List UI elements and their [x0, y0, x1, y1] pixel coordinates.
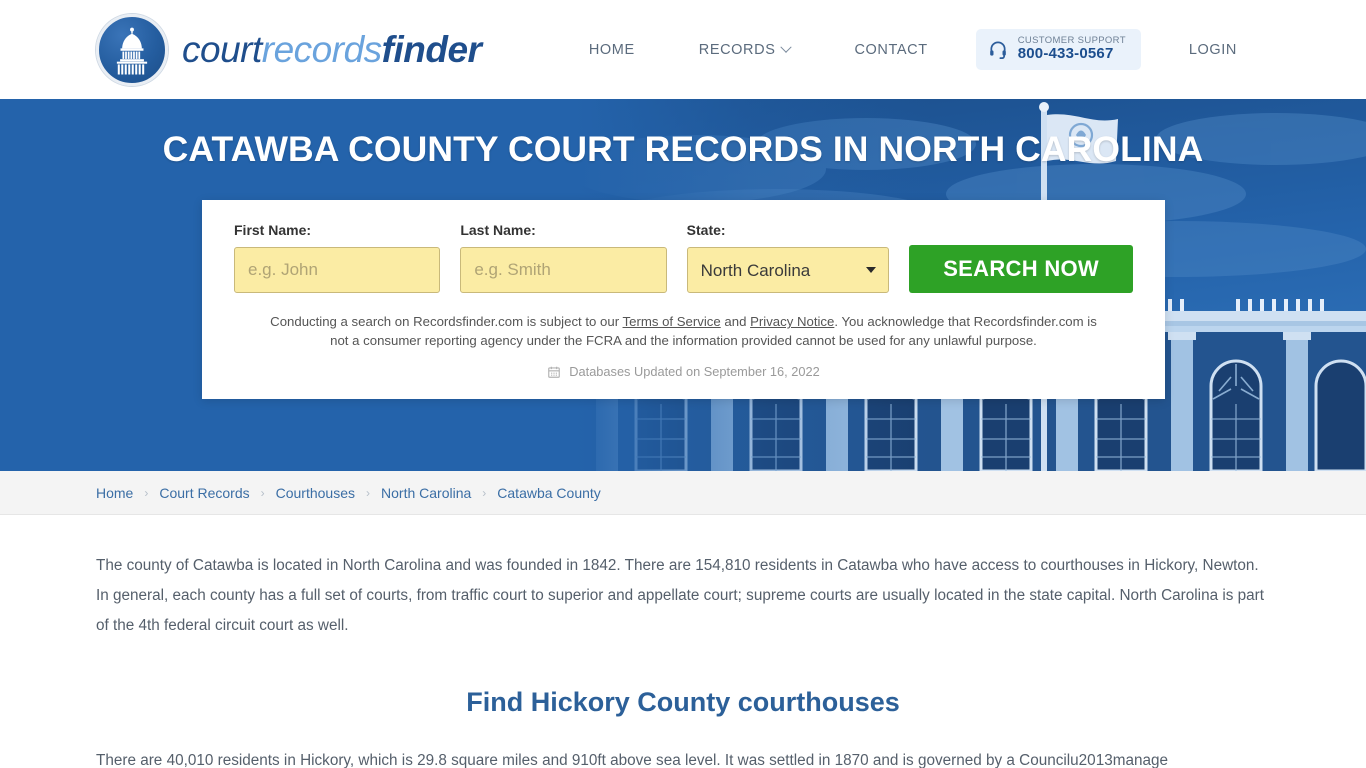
- breadcrumb-separator-icon: ›: [260, 485, 265, 500]
- main-navigation: HOME RECORDS CONTACT CUSTOMER SUPPORT 80…: [557, 28, 1269, 71]
- hero-section: CATAWBA COUNTY COURT RECORDS IN NORTH CA…: [0, 99, 1366, 471]
- last-name-label: Last Name:: [460, 222, 536, 238]
- first-name-field-group: First Name:: [234, 222, 441, 293]
- state-select[interactable]: North Carolina: [686, 247, 890, 293]
- main-content: The county of Catawba is located in Nort…: [0, 515, 1366, 768]
- search-now-button[interactable]: SEARCH NOW: [909, 245, 1133, 293]
- site-header: courtrecordsfinder HOME RECORDS CONTACT …: [0, 0, 1366, 99]
- breadcrumb-bar: Home › Court Records › Courthouses › Nor…: [0, 471, 1366, 515]
- nav-label-home: HOME: [588, 41, 635, 58]
- logo-text-court: court: [182, 28, 262, 70]
- logo-wordmark: courtrecordsfinder: [182, 28, 482, 71]
- search-form-card: First Name: Last Name: State: North Caro…: [202, 200, 1165, 400]
- site-logo[interactable]: courtrecordsfinder: [96, 13, 482, 86]
- logo-text-finder: finder: [381, 28, 482, 70]
- breadcrumb-north-carolina[interactable]: North Carolina: [381, 485, 471, 501]
- nav-label-records: RECORDS: [698, 41, 776, 58]
- support-text-block: CUSTOMER SUPPORT 800-433-0567: [1017, 35, 1126, 63]
- databases-updated-row: Databases Updated on September 16, 2022: [234, 364, 1133, 379]
- nav-label-contact: CONTACT: [854, 41, 928, 58]
- breadcrumb-catawba-county[interactable]: Catawba County: [497, 485, 601, 501]
- nav-label-login: LOGIN: [1188, 41, 1237, 58]
- search-form-row: First Name: Last Name: State: North Caro…: [234, 222, 1133, 293]
- headset-icon: [989, 41, 1006, 59]
- first-name-label: First Name:: [234, 222, 312, 238]
- support-phone-number: 800-433-0567: [1017, 45, 1114, 63]
- breadcrumb-courthouses[interactable]: Courthouses: [276, 485, 355, 501]
- chevron-down-icon: [780, 41, 793, 53]
- state-label: State:: [686, 222, 726, 238]
- breadcrumb-court-records[interactable]: Court Records: [159, 485, 249, 501]
- search-disclaimer: Conducting a search on Recordsfinder.com…: [234, 312, 1133, 350]
- logo-text-records: records: [261, 28, 382, 70]
- state-select-wrapper: North Carolina: [686, 247, 890, 293]
- intro-paragraph: The county of Catawba is located in Nort…: [96, 557, 1264, 634]
- breadcrumb: Home › Court Records › Courthouses › Nor…: [96, 485, 601, 501]
- nav-item-login[interactable]: LOGIN: [1157, 32, 1269, 68]
- last-name-field-group: Last Name:: [460, 222, 667, 293]
- breadcrumb-home[interactable]: Home: [96, 485, 133, 501]
- capitol-dome-icon: [96, 13, 168, 86]
- databases-updated-text: Databases Updated on September 16, 2022: [569, 364, 820, 380]
- hero-content: CATAWBA COUNTY COURT RECORDS IN NORTH CA…: [0, 99, 1366, 471]
- hickory-paragraph: There are 40,010 residents in Hickory, w…: [96, 752, 1168, 768]
- last-name-input[interactable]: [460, 247, 667, 293]
- disclaimer-mid: and: [720, 314, 751, 329]
- section-heading-hickory: Find Hickory County courthouses: [466, 687, 900, 718]
- breadcrumb-separator-icon: ›: [482, 485, 487, 500]
- page-title: CATAWBA COUNTY COURT RECORDS IN NORTH CA…: [162, 129, 1204, 169]
- customer-support-badge[interactable]: CUSTOMER SUPPORT 800-433-0567: [975, 28, 1141, 71]
- breadcrumb-separator-icon: ›: [366, 485, 371, 500]
- terms-of-service-link[interactable]: Terms of Service: [623, 314, 721, 329]
- privacy-notice-link[interactable]: Privacy Notice: [750, 314, 834, 329]
- state-field-group: State: North Carolina: [686, 222, 890, 293]
- first-name-input[interactable]: [234, 247, 441, 293]
- nav-item-records[interactable]: RECORDS: [667, 32, 823, 68]
- calendar-icon: [548, 366, 561, 378]
- nav-item-contact[interactable]: CONTACT: [822, 32, 959, 68]
- disclaimer-pre: Conducting a search on Recordsfinder.com…: [270, 314, 623, 329]
- breadcrumb-separator-icon: ›: [144, 485, 149, 500]
- nav-item-home[interactable]: HOME: [557, 32, 667, 68]
